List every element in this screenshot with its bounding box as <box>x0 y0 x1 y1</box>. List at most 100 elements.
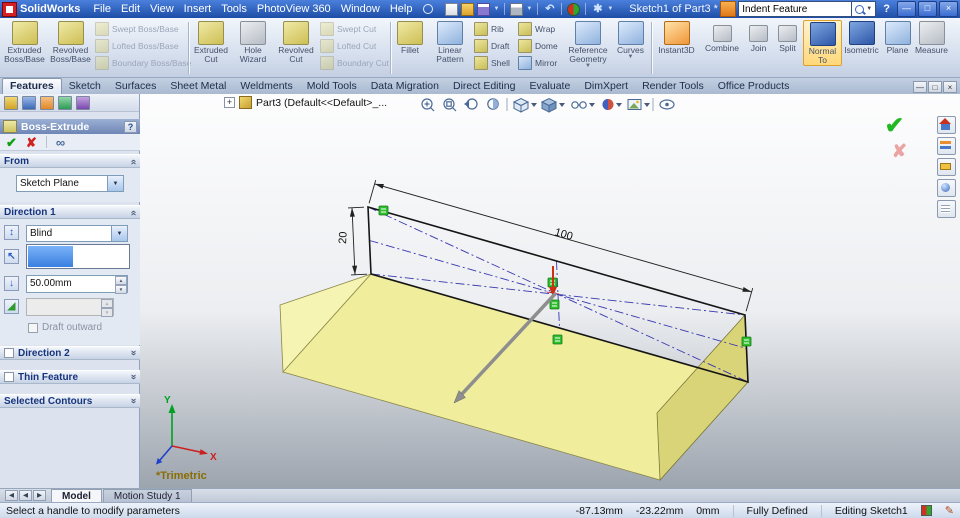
reference-geometry-dropdown-icon[interactable]: ▼ <box>564 63 612 69</box>
curves-dropdown-icon[interactable]: ▼ <box>613 54 648 60</box>
combine-button[interactable]: Combine <box>700 20 744 53</box>
open-icon[interactable] <box>461 2 475 16</box>
save-icon[interactable] <box>477 2 491 16</box>
draft-button[interactable]: Draft <box>474 38 509 53</box>
zoom-fit-icon[interactable] <box>421 98 435 112</box>
menu-photoview[interactable]: PhotoView 360 <box>252 3 336 15</box>
resources-home-icon[interactable] <box>936 116 956 134</box>
hide-show-items-icon[interactable] <box>571 101 595 109</box>
shell-button[interactable]: Shell <box>474 55 510 70</box>
doc-restore-button[interactable]: □ <box>928 81 942 93</box>
detailed-preview-icon[interactable]: ∞ <box>56 136 65 149</box>
file-explorer-icon[interactable] <box>936 158 956 176</box>
previous-view-icon[interactable] <box>464 98 478 110</box>
restore-button[interactable]: □ <box>918 1 937 17</box>
from-plane-select[interactable]: Sketch Plane ▼ <box>16 175 124 192</box>
property-manager-tab-icon[interactable] <box>22 95 36 110</box>
reference-geometry-button[interactable]: Reference Geometry ▼ <box>564 20 612 69</box>
tab-data-migration[interactable]: Data Migration <box>364 79 446 94</box>
search-input[interactable] <box>738 1 853 17</box>
flyout-feature-tree[interactable]: + Part3 (Default<<Default>_... <box>224 96 387 109</box>
tab-mold-tools[interactable]: Mold Tools <box>300 79 364 94</box>
tab-weldments[interactable]: Weldments <box>233 79 299 94</box>
direction-reference-box[interactable] <box>26 244 130 269</box>
editing-mode[interactable]: Editing Sketch1 <box>835 505 908 517</box>
section-direction1-header[interactable]: Direction 1 « <box>0 205 140 219</box>
tab-nav-prev-button[interactable]: ◀ <box>19 490 32 501</box>
combo-arrow-icon[interactable]: ▼ <box>107 176 123 191</box>
dimxpert-manager-tab-icon[interactable] <box>58 95 72 110</box>
section-view-icon[interactable] <box>487 98 499 110</box>
save-dropdown-icon[interactable]: ▼ <box>493 6 499 12</box>
confirm-cancel-button[interactable]: ✘ <box>892 142 907 160</box>
view-settings-icon[interactable] <box>659 99 675 110</box>
expand-chevron-icon[interactable]: « <box>128 375 139 380</box>
direction2-checkbox[interactable] <box>4 348 14 358</box>
extruded-boss-base-button[interactable]: Extruded Boss/Base <box>2 20 47 64</box>
edit-appearance-icon[interactable] <box>602 99 623 110</box>
thin-feature-checkbox[interactable] <box>4 372 14 382</box>
graphics-area[interactable]: 100 20 Y X + Part3 (Default<<Default>_..… <box>140 94 960 488</box>
undo-icon[interactable]: ↶ <box>543 3 556 16</box>
instant3d-button[interactable]: Instant3D <box>654 20 699 55</box>
swept-boss-base-button[interactable]: Swept Boss/Base <box>95 21 179 36</box>
tab-nav-first-button[interactable]: ◀ <box>5 490 18 501</box>
spin-up-button[interactable]: ▲ <box>115 276 127 285</box>
tab-office-products[interactable]: Office Products <box>711 79 797 94</box>
tab-model[interactable]: Model <box>51 488 102 503</box>
curves-button[interactable]: Curves ▼ <box>613 20 648 60</box>
zoom-area-icon[interactable] <box>443 98 457 112</box>
expand-chevron-icon[interactable]: « <box>128 351 139 356</box>
menu-edit[interactable]: Edit <box>116 3 145 15</box>
sketch-pencil-icon[interactable]: ✎ <box>945 504 954 517</box>
pm-help-button[interactable]: ? <box>124 120 137 133</box>
section-direction2-header[interactable]: Direction 2 « <box>0 346 140 360</box>
display-style-icon[interactable] <box>540 97 565 113</box>
split-button[interactable]: Split <box>773 20 802 53</box>
part-tree-label[interactable]: Part3 (Default<<Default>_... <box>256 97 387 109</box>
confirm-ok-button[interactable]: ✔ <box>885 114 904 137</box>
doc-close-button[interactable]: × <box>943 81 957 93</box>
rib-button[interactable]: Rib <box>474 21 504 36</box>
dome-button[interactable]: Dome <box>518 38 558 53</box>
menu-tools[interactable]: Tools <box>216 3 252 15</box>
design-library-icon[interactable] <box>936 137 956 155</box>
tab-features[interactable]: Features <box>2 78 62 94</box>
normal-to-button[interactable]: Normal To <box>803 20 842 66</box>
section-thin-feature-header[interactable]: Thin Feature « <box>0 370 140 384</box>
reverse-direction-button[interactable]: ↕ <box>4 225 19 240</box>
lofted-boss-base-button[interactable]: Lofted Boss/Base <box>95 38 179 53</box>
tab-surfaces[interactable]: Surfaces <box>108 79 163 94</box>
tab-nav-next-button[interactable]: ▶ <box>33 490 46 501</box>
minimize-button[interactable]: — <box>897 1 916 17</box>
linear-pattern-button[interactable]: Linear Pattern <box>428 20 472 64</box>
revolved-cut-button[interactable]: Revolved Cut <box>274 20 318 64</box>
draft-outward-checkbox[interactable] <box>28 323 38 333</box>
options-gear-icon[interactable]: ✱ <box>591 3 604 16</box>
print-dropdown-icon[interactable]: ▼ <box>526 6 532 12</box>
boundary-cut-button[interactable]: Boundary Cut <box>320 55 389 70</box>
appearances-icon[interactable] <box>936 179 956 197</box>
tab-sheet-metal[interactable]: Sheet Metal <box>163 79 233 94</box>
tab-sketch[interactable]: Sketch <box>62 79 108 94</box>
close-button[interactable]: × <box>939 1 958 17</box>
mirror-button[interactable]: Mirror <box>518 55 557 70</box>
boundary-boss-base-button[interactable]: Boundary Boss/Base <box>95 55 191 70</box>
dimension-20[interactable]: 20 <box>337 206 368 276</box>
tab-evaluate[interactable]: Evaluate <box>522 79 577 94</box>
tab-direct-editing[interactable]: Direct Editing <box>446 79 522 94</box>
depth-spinner[interactable]: 50.00mm ▲ ▼ <box>26 275 128 294</box>
rebuild-icon[interactable] <box>567 2 581 16</box>
feature-manager-tab-icon[interactable] <box>4 95 18 110</box>
options-dropdown-icon[interactable]: ▼ <box>607 6 613 12</box>
fillet-button[interactable]: Fillet <box>394 20 426 55</box>
end-condition-select[interactable]: Blind ▼ <box>26 225 128 242</box>
menu-window[interactable]: Window <box>336 3 385 15</box>
print-icon[interactable] <box>510 2 524 16</box>
configuration-manager-tab-icon[interactable] <box>40 95 54 110</box>
menu-file[interactable]: File <box>88 3 116 15</box>
pushpin-icon[interactable] <box>423 4 434 14</box>
menu-help[interactable]: Help <box>385 3 418 15</box>
tab-motion-study[interactable]: Motion Study 1 <box>102 488 192 503</box>
join-button[interactable]: Join <box>745 20 772 53</box>
